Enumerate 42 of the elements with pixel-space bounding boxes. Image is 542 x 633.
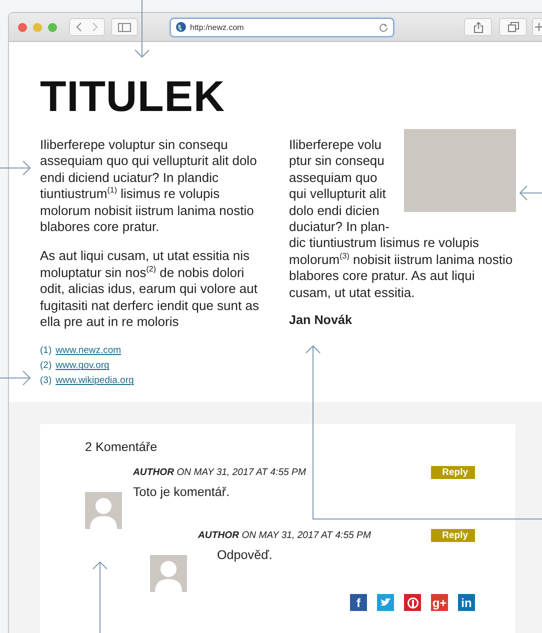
comment-text: Odpověď. bbox=[216, 548, 274, 562]
article-title: TITULEK bbox=[40, 73, 226, 121]
comment-meta: AUTHOR ON MAY 31, 2017 AT 4:55 PM bbox=[133, 467, 306, 478]
sidebar-icon bbox=[118, 22, 131, 32]
author-name: Jan Novák bbox=[289, 312, 353, 328]
google-icon[interactable]: g+ bbox=[431, 594, 448, 612]
annotation-arrow bbox=[134, 0, 150, 58]
sidebar-button[interactable] bbox=[111, 18, 138, 36]
pinterest-icon[interactable] bbox=[404, 594, 421, 612]
avatar-icon bbox=[150, 555, 187, 592]
body-paragraph: As aut liqui cusam, ut utat essitia nis moluptatur sin nos$^{(2)}$ de nobis dolori odit, alicias idus, earum qui volore aut fugitasiti nat derferc iendit que sunt as ella pre aut in re moloris bbox=[40, 248, 260, 330]
annotation-arrow bbox=[92, 561, 108, 633]
back-forward-icon bbox=[74, 22, 100, 32]
footnote-link[interactable]: www.gov.org bbox=[56, 358, 110, 374]
footnote-link[interactable]: www.newz.com bbox=[56, 343, 122, 358]
footnote-link[interactable]: www.wikipedia.org bbox=[56, 373, 134, 388]
comment-text: Toto je komentář. bbox=[133, 485, 231, 500]
footnote-number: (1) bbox=[40, 344, 52, 358]
reload-icon[interactable] bbox=[379, 22, 388, 32]
back-forward-button[interactable] bbox=[69, 18, 105, 36]
maximize-icon[interactable] bbox=[48, 22, 57, 32]
globe-icon bbox=[176, 22, 186, 32]
footnote-number: (3) bbox=[40, 374, 52, 388]
body-paragraph: dic tiuntiustrum lisimus re volupis molorum$^{(3)}$ nobisit iistrum lanima nostio blabores core pratur. As aut liqui cusam, ut utat essitia. bbox=[289, 235, 514, 302]
comments-heading: 2 Komentáře bbox=[85, 440, 158, 454]
annotation-arrow bbox=[0, 370, 31, 386]
share-button[interactable] bbox=[464, 18, 492, 36]
close-icon[interactable] bbox=[18, 22, 27, 32]
comment-meta: AUTHOR ON MAY 31, 2017 AT 4:55 PM bbox=[198, 530, 371, 542]
new-tab-button[interactable] bbox=[532, 18, 542, 36]
avatar-icon bbox=[85, 492, 122, 530]
body-paragraph: Iliberferepe voluptur sin consequ assequiam quo qui vellupturit alit dolo endi diciend uciatur? In plandic tiuntiustrum$^{(1)}$ lisimus re volupis molorum nobisit iistrum lanima nostio blabores core pratur. bbox=[40, 137, 258, 236]
tabs-button[interactable] bbox=[499, 18, 527, 36]
share-icon bbox=[474, 22, 482, 32]
facebook-icon[interactable]: f bbox=[350, 594, 367, 612]
address-field[interactable]: http:/newz.com bbox=[170, 18, 394, 36]
annotation-arrow bbox=[0, 160, 31, 176]
annotation-arrow bbox=[519, 186, 542, 200]
footnote-number: (2) bbox=[40, 359, 52, 374]
tabs-icon bbox=[508, 22, 518, 32]
linkedin-icon[interactable]: in bbox=[458, 594, 475, 612]
twitter-icon[interactable] bbox=[377, 594, 394, 612]
